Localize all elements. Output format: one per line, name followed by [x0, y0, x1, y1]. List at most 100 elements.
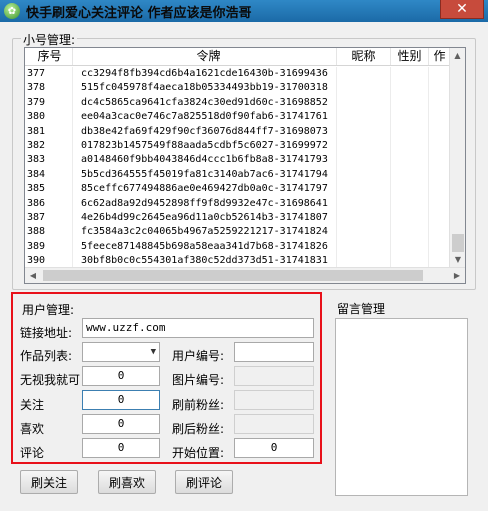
- table-row[interactable]: 383 a0148460f9bb4043846d4ccc1b6fb8a8-3174…: [25, 153, 451, 168]
- table-row[interactable]: 387 4e26b4d99c2645ea96d11a0cb52614b3-3174…: [25, 210, 451, 226]
- userid-input[interactable]: [234, 342, 314, 362]
- cell-empty: [391, 225, 429, 240]
- horizontal-scroll-thumb[interactable]: [43, 270, 423, 281]
- cell-token: fc3584a3c2c04065b4967a5259221217-3174182…: [73, 225, 337, 240]
- cell-empty: [337, 110, 391, 125]
- column-header-gender[interactable]: 性别: [391, 48, 429, 65]
- cell-empty: [337, 95, 391, 111]
- cell-token: dc4c5865ca9641cfa3824c30ed91d60c-3169885…: [73, 95, 337, 111]
- cell-empty: [391, 124, 429, 139]
- comment-button[interactable]: 刷评论: [175, 470, 233, 494]
- like-button[interactable]: 刷喜欢: [98, 470, 156, 494]
- title-bar: ✿ 快手刷爱心关注评论 作者应该是你浩哥 ✕: [0, 0, 488, 22]
- column-header-token[interactable]: 令牌: [73, 48, 337, 65]
- follow-button[interactable]: 刷关注: [20, 470, 78, 494]
- cell-empty: [391, 182, 429, 197]
- cell-token: 017823b1457549f88aada5cdbf5c6027-3169997…: [73, 138, 337, 154]
- ignore-input[interactable]: 0: [82, 366, 160, 386]
- table-row[interactable]: 389 5feece87148845b698a58eaa341d7b68-3174…: [25, 239, 451, 255]
- table-row[interactable]: 378 515fc045978f4aeca18b05334493bb19-3170…: [25, 81, 451, 96]
- cell-token: a0148460f9bb4043846d4ccc1b6fb8a8-3174179…: [73, 153, 337, 168]
- link-input[interactable]: www.uzzf.com: [82, 318, 314, 338]
- cell-index: 381: [25, 124, 73, 139]
- cell-index: 384: [25, 167, 73, 183]
- like-label: 喜欢: [20, 422, 45, 436]
- vertical-scroll-thumb[interactable]: [452, 234, 464, 252]
- imgid-label: 图片编号:: [172, 373, 225, 387]
- cell-index: 389: [25, 239, 73, 255]
- cell-index: 382: [25, 138, 73, 154]
- cell-empty: [391, 196, 429, 211]
- table-row[interactable]: 379 dc4c5865ca9641cfa3824c30ed91d60c-3169…: [25, 95, 451, 111]
- cell-empty: [337, 167, 391, 183]
- cell-token: db38e42fa69f429f90cf36076d844ff7-3169807…: [73, 124, 337, 139]
- scroll-up-icon[interactable]: ▲: [450, 48, 465, 64]
- close-icon: ✕: [456, 1, 468, 17]
- cell-index: 380: [25, 110, 73, 125]
- cell-empty: [337, 67, 391, 82]
- scroll-right-icon[interactable]: ▶: [449, 268, 465, 283]
- cell-empty: [429, 110, 451, 125]
- follow-label: 关注: [20, 398, 45, 412]
- user-mgmt-label: 用户管理:: [22, 303, 75, 317]
- cell-token: 85ceffc677494886ae0e469427db0a0c-3174179…: [73, 182, 337, 197]
- follow-input[interactable]: 0: [82, 390, 160, 410]
- cell-token: 515fc045978f4aeca18b05334493bb19-3170031…: [73, 81, 337, 96]
- scroll-left-icon[interactable]: ◀: [25, 268, 41, 283]
- cell-empty: [429, 225, 451, 240]
- cell-token: ee04a3cac0e746c7a825518d0f90fab6-3174176…: [73, 110, 337, 125]
- listview-header: 序号 令牌 昵称 性别 作: [25, 48, 465, 66]
- horizontal-scrollbar[interactable]: ◀ ▶: [25, 267, 465, 283]
- cell-empty: [337, 153, 391, 168]
- start-input[interactable]: 0: [234, 438, 314, 458]
- cell-empty: [429, 210, 451, 226]
- cell-empty: [337, 239, 391, 255]
- scroll-down-icon[interactable]: ▼: [450, 252, 465, 268]
- cell-index: 385: [25, 182, 73, 197]
- table-row[interactable]: 386 6c62ad8a92d9452898ff9f8d9932e47c-3169…: [25, 196, 451, 211]
- before-fans-label: 刷前粉丝:: [172, 398, 225, 412]
- window-title: 快手刷爱心关注评论 作者应该是你浩哥: [26, 5, 252, 21]
- before-fans-input: [234, 390, 314, 410]
- accounts-group-label: 小号管理:: [21, 31, 78, 48]
- cell-token: cc3294f8fb394cd6b4a1621cde16430b-3169943…: [73, 67, 337, 82]
- like-input[interactable]: 0: [82, 414, 160, 434]
- cell-empty: [429, 67, 451, 82]
- comment-input[interactable]: 0: [82, 438, 160, 458]
- column-header-works[interactable]: 作: [429, 48, 451, 65]
- cell-empty: [391, 239, 429, 255]
- column-header-index[interactable]: 序号: [25, 48, 73, 65]
- table-row[interactable]: 381 db38e42fa69f429f90cf36076d844ff7-3169…: [25, 124, 451, 139]
- cell-empty: [429, 182, 451, 197]
- cell-empty: [391, 210, 429, 226]
- cell-empty: [391, 81, 429, 96]
- table-row[interactable]: 384 5b5cd364555f45019fa81c3140ab7ac6-3174…: [25, 167, 451, 183]
- cell-token: 6c62ad8a92d9452898ff9f8d9932e47c-3169864…: [73, 196, 337, 211]
- cell-index: 378: [25, 81, 73, 96]
- table-row[interactable]: 388 fc3584a3c2c04065b4967a5259221217-3174…: [25, 225, 451, 240]
- cell-index: 387: [25, 210, 73, 226]
- cell-empty: [429, 81, 451, 96]
- table-row[interactable]: 385 85ceffc677494886ae0e469427db0a0c-3174…: [25, 182, 451, 197]
- works-select[interactable]: ▼: [82, 342, 160, 362]
- table-row[interactable]: 377 cc3294f8fb394cd6b4a1621cde16430b-3169…: [25, 67, 451, 82]
- table-row[interactable]: 382 017823b1457549f88aada5cdbf5c6027-3169…: [25, 138, 451, 154]
- messages-textarea[interactable]: [335, 318, 468, 496]
- column-header-nickname[interactable]: 昵称: [337, 48, 391, 65]
- vertical-scrollbar[interactable]: ▲ ▼: [449, 48, 465, 268]
- cell-empty: [337, 124, 391, 139]
- ignore-label: 无视我就可: [20, 373, 81, 387]
- table-row[interactable]: 380 ee04a3cac0e746c7a825518d0f90fab6-3174…: [25, 110, 451, 125]
- userid-label: 用户编号:: [172, 349, 225, 363]
- comment-label: 评论: [20, 446, 45, 460]
- cell-empty: [337, 196, 391, 211]
- start-label: 开始位置:: [172, 446, 225, 460]
- cell-empty: [337, 210, 391, 226]
- after-fans-label: 刷后粉丝:: [172, 422, 225, 436]
- accounts-listview[interactable]: 序号 令牌 昵称 性别 作 377 cc3294f8fb394cd6b4a1621…: [24, 47, 466, 284]
- close-button[interactable]: ✕: [440, 0, 484, 19]
- app-logo-icon: ✿: [4, 3, 20, 19]
- messages-label: 留言管理: [337, 302, 386, 316]
- cell-token: 4e26b4d99c2645ea96d11a0cb52614b3-3174180…: [73, 210, 337, 226]
- cell-index: 379: [25, 95, 73, 111]
